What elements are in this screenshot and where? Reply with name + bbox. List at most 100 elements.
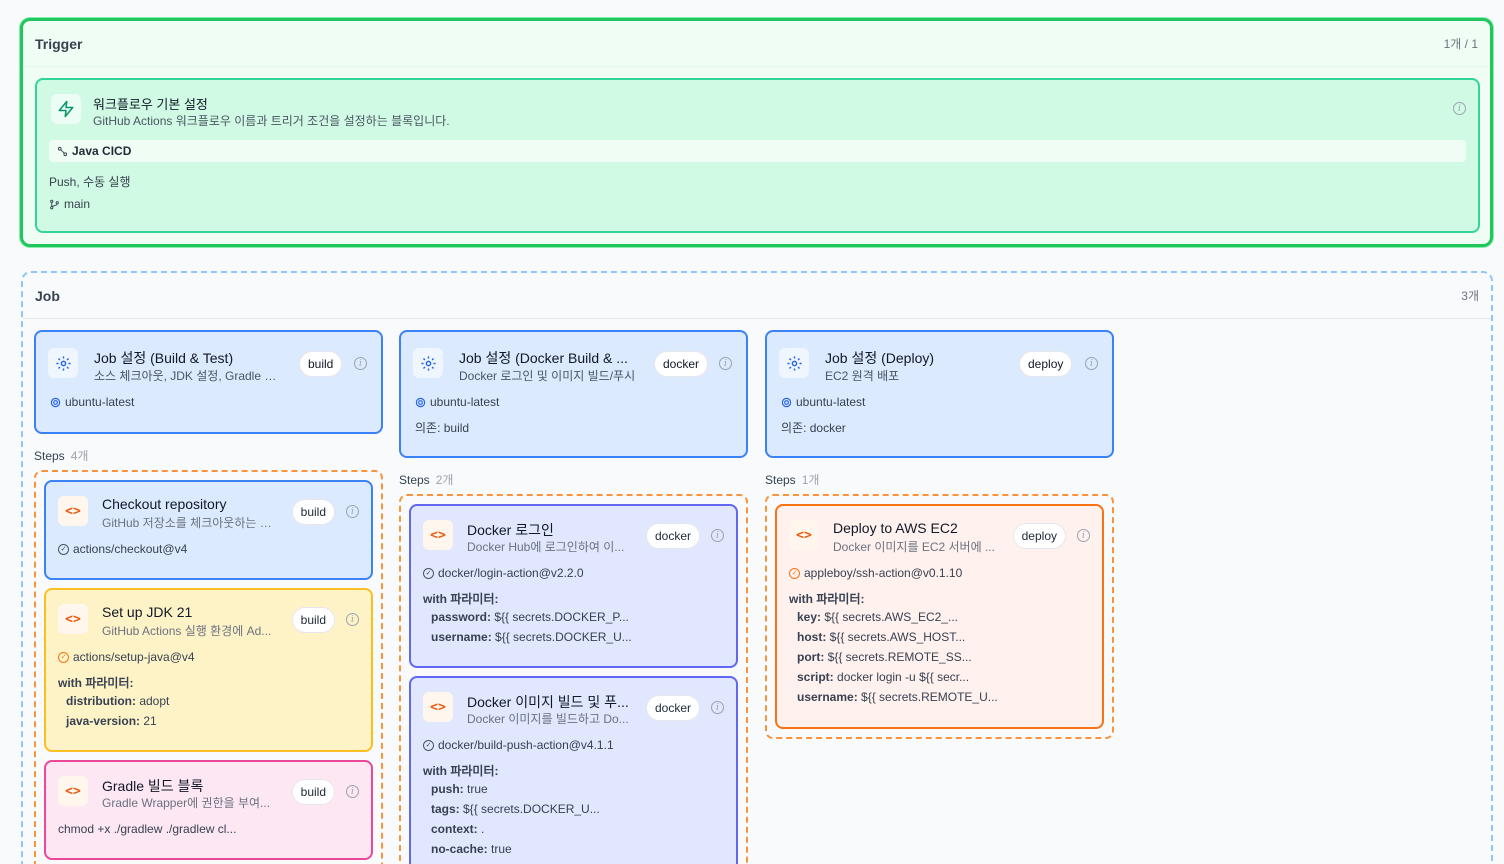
param-row: username: ${{ secrets.REMOTE_U...	[797, 690, 998, 704]
step-card-docker-build[interactable]: <> Docker 이미지 빌드 및 푸... Docker 이미지를 빌드하고…	[409, 676, 738, 864]
steps-label: Steps 4개	[34, 447, 88, 464]
param-key: username:	[431, 630, 492, 644]
with-params-label: with 파라미터:	[789, 592, 865, 606]
param-key: host:	[797, 630, 827, 644]
param-row: script: docker login -u ${{ secr...	[797, 670, 969, 684]
job-id-badge: deploy	[1019, 351, 1073, 377]
step-card-setup-jdk[interactable]: <> Set up JDK 21 GitHub Actions 실행 환경에 A…	[44, 588, 373, 752]
info-icon[interactable]: i	[1077, 529, 1090, 542]
info-icon[interactable]: i	[711, 529, 724, 542]
job-section-title: Job	[35, 287, 60, 304]
with-params-label: with 파라미터:	[423, 592, 499, 606]
step-badge: build	[291, 779, 335, 805]
step-card-deploy-ec2[interactable]: <> Deploy to AWS EC2 Docker 이미지를 EC2 서버에…	[775, 504, 1104, 729]
check-circle-icon: ✓	[789, 567, 800, 579]
steps-label: Steps 1개	[765, 471, 819, 488]
workflow-settings-card[interactable]: 워크플로우 기본 설정 GitHub Actions 워크플로우 이름과 트리거…	[35, 78, 1480, 233]
step-description: Docker 이미지를 빌드하고 Do...	[467, 712, 629, 726]
param-key: distribution:	[66, 694, 136, 708]
trigger-branch: main	[49, 197, 90, 211]
job-title: Job 설정 (Deploy)	[825, 350, 935, 366]
info-icon[interactable]: i	[1453, 102, 1466, 115]
info-icon[interactable]: i	[719, 357, 732, 370]
param-value: ${{ secrets.DOCKER_U...	[459, 802, 600, 816]
step-badge: build	[291, 499, 335, 525]
info-icon[interactable]: i	[346, 613, 359, 626]
runs-on: ubuntu-latest	[50, 395, 134, 409]
steps-label-text: Steps	[399, 473, 430, 487]
step-badge: deploy	[1012, 523, 1066, 549]
code-icon: <>	[58, 496, 88, 526]
param-key: script:	[797, 670, 834, 684]
param-value: ${{ secrets.REMOTE_U...	[857, 690, 998, 704]
job-description: Docker 로그인 및 이미지 빌드/푸시	[459, 369, 636, 383]
step-uses-text: docker/build-push-action@v4.1.1	[438, 738, 614, 752]
step-card-checkout[interactable]: <> Checkout repository GitHub 저장소를 체크아웃하…	[44, 480, 373, 580]
steps-count: 4개	[70, 449, 89, 463]
step-title: Docker 로그인	[467, 522, 554, 538]
param-row: java-version: 21	[66, 714, 157, 728]
steps-container-deploy: <> Deploy to AWS EC2 Docker 이미지를 EC2 서버에…	[765, 494, 1114, 739]
step-description: Docker Hub에 로그인하여 이...	[467, 540, 625, 554]
param-row: tags: ${{ secrets.DOCKER_U...	[431, 802, 600, 816]
trigger-header: Trigger 1개 / 1	[23, 21, 1490, 67]
param-value: true	[463, 782, 488, 796]
steps-count: 2개	[435, 473, 454, 487]
step-card-gradle[interactable]: <> Gradle 빌드 블록 Gradle Wrapper에 권한을 부여..…	[44, 760, 373, 860]
step-description: GitHub Actions 실행 환경에 Ad...	[102, 624, 272, 638]
step-title: Gradle 빌드 블록	[102, 778, 204, 794]
step-uses-text: appleboy/ssh-action@v0.1.10	[804, 566, 963, 580]
step-title: Docker 이미지 빌드 및 푸...	[467, 694, 629, 710]
job-description: 소스 체크아웃, JDK 설정, Gradle 빌...	[94, 369, 284, 383]
runs-on: ubuntu-latest	[415, 395, 499, 409]
param-key: key:	[797, 610, 822, 624]
step-uses-text: actions/setup-java@v4	[73, 650, 195, 664]
check-circle-icon: ✓	[423, 739, 434, 751]
steps-container-build: <> Checkout repository GitHub 저장소를 체크아웃하…	[34, 470, 383, 864]
param-key: no-cache:	[431, 842, 488, 856]
info-icon[interactable]: i	[711, 701, 724, 714]
code-icon: <>	[58, 604, 88, 634]
with-params-label: with 파라미터:	[423, 764, 499, 778]
gear-icon	[415, 397, 426, 407]
job-card-deploy[interactable]: Job 설정 (Deploy) EC2 원격 배포 deploy i ubunt…	[765, 330, 1114, 458]
trigger-count: 1개 / 1	[1443, 37, 1478, 51]
param-key: tags:	[431, 802, 460, 816]
param-value: ${{ secrets.DOCKER_U...	[491, 630, 632, 644]
steps-label: Steps 2개	[399, 471, 453, 488]
param-value: ${{ secrets.REMOTE_SS...	[824, 650, 972, 664]
job-count: 3개	[1461, 289, 1479, 303]
job-needs: 의존: build	[415, 421, 470, 435]
step-badge: build	[291, 607, 335, 633]
job-card-docker[interactable]: Job 설정 (Docker Build & ... Docker 로그인 및 …	[399, 330, 748, 458]
step-uses: ✓ actions/checkout@v4	[58, 542, 187, 556]
steps-label-text: Steps	[765, 473, 796, 487]
runs-on: ubuntu-latest	[781, 395, 865, 409]
step-card-docker-login[interactable]: <> Docker 로그인 Docker Hub에 로그인하여 이... doc…	[409, 504, 738, 668]
info-icon[interactable]: i	[1085, 357, 1098, 370]
step-uses: ✓ docker/login-action@v2.2.0	[423, 566, 584, 580]
steps-label-text: Steps	[34, 449, 65, 463]
step-uses-text: actions/checkout@v4	[73, 542, 188, 556]
param-row: push: true	[431, 782, 488, 796]
job-card-build[interactable]: Job 설정 (Build & Test) 소스 체크아웃, JDK 설정, G…	[34, 330, 383, 434]
runs-on-text: ubuntu-latest	[796, 395, 866, 409]
code-icon: <>	[58, 776, 88, 806]
param-value: ${{ secrets.AWS_EC2_...	[821, 610, 958, 624]
step-description: Gradle Wrapper에 권한을 부여...	[102, 796, 271, 810]
param-value: 21	[140, 714, 157, 728]
param-key: context:	[431, 822, 478, 836]
param-row: password: ${{ secrets.DOCKER_P...	[431, 610, 629, 624]
info-icon[interactable]: i	[354, 357, 367, 370]
code-icon: <>	[423, 692, 453, 722]
trigger-events: Push, 수동 실행	[49, 175, 131, 189]
param-key: password:	[431, 610, 492, 624]
step-badge: docker	[645, 695, 700, 721]
steps-container-docker: <> Docker 로그인 Docker Hub에 로그인하여 이... doc…	[399, 494, 748, 864]
info-icon[interactable]: i	[346, 785, 359, 798]
check-circle-icon: ✓	[58, 543, 69, 555]
step-description: GitHub 저장소를 체크아웃하는 단...	[102, 516, 280, 530]
code-icon: <>	[423, 520, 453, 550]
info-icon[interactable]: i	[346, 505, 359, 518]
gear-icon	[779, 348, 809, 378]
